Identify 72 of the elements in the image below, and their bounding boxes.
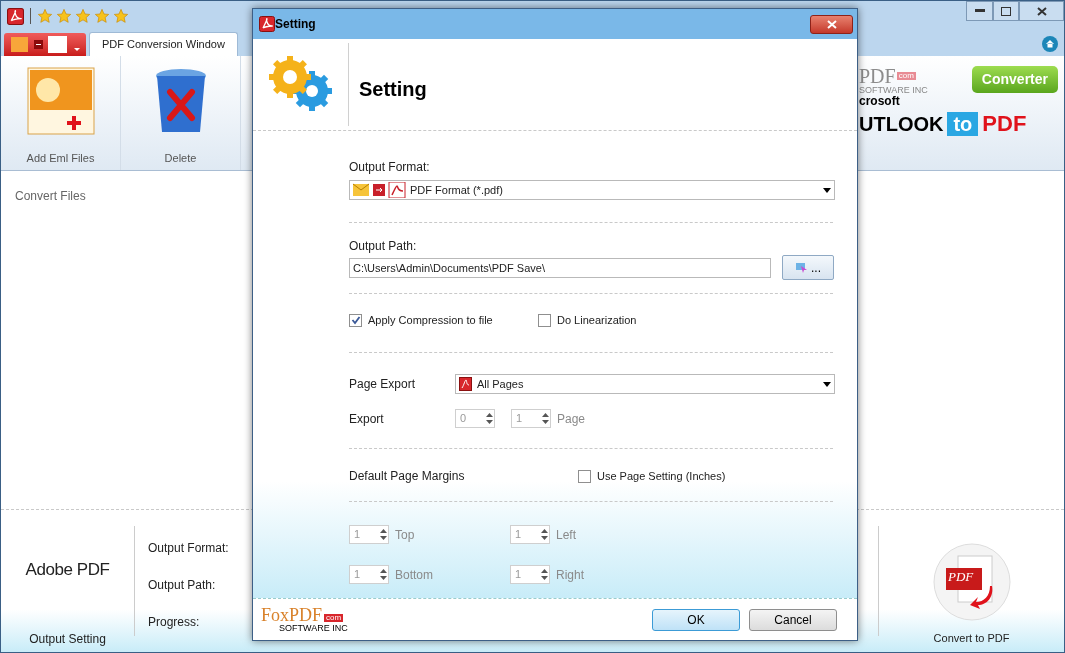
company-text: SOFTWARE INC [859,86,928,95]
dialog-heading: Setting [359,76,427,102]
pdf-icon-label: PDF [948,568,974,586]
minimize-icon [974,9,985,13]
star-icon [56,8,72,24]
close-button[interactable] [810,14,853,34]
margin-label: Bottom [395,566,433,584]
spin-arrows-icon [540,567,549,582]
checkbox[interactable] [349,313,362,327]
pdf-text: PDF [982,110,1027,138]
home-icon [1042,35,1058,52]
margin-label: Top [395,526,415,544]
checkbox-option[interactable]: Do Linearization [538,311,637,329]
converter-badge: Converter [971,66,1058,93]
outlook-text: UTLOOK [859,111,944,137]
close-icon [1036,6,1047,16]
app-icon [7,7,24,25]
star-icon [75,8,91,24]
gears-icon [267,55,334,113]
page-unit-label: Page [557,410,586,428]
page-export-select[interactable]: All Pages [455,374,835,394]
output-label: Output Format: [148,541,229,555]
spin-arrows-icon [541,411,550,426]
minimize-button[interactable] [966,1,993,21]
mail-add-icon [25,64,96,136]
star-icon [37,8,53,24]
close-icon [826,19,837,29]
app-menu-button[interactable] [4,33,86,56]
output-label: Output Path: [148,578,217,592]
to-arrow-text: to [947,111,979,136]
spin-arrows-icon [379,567,388,582]
spin-arrows-icon [540,527,549,542]
spin-arrows-icon [379,527,388,542]
default-margins-label: Default Page Margins [349,468,466,485]
convert-files-label: Convert Files [15,189,86,203]
brand-suffix: com [896,72,916,80]
browse-button[interactable]: ... [782,255,834,280]
checkmark-icon [350,315,361,325]
brand-text: PDF [859,66,896,86]
margin-label: Right [556,566,584,584]
star-icon [113,8,129,24]
outlook-small-text: crosoft [859,95,901,107]
margin-label: Left [556,526,576,544]
format-icons [353,182,407,198]
close-button[interactable] [1019,1,1064,21]
checkbox[interactable] [538,313,551,327]
foxpdf-logo: FoxPDF com SOFTWARE INC [261,606,348,633]
output-path-label: Output Path: [349,239,418,253]
app-icon [259,16,275,32]
checkbox-option[interactable]: Apply Compression to file [349,311,538,329]
dropdown-caret-icon [823,187,831,193]
tab[interactable]: PDF Conversion Window [89,32,238,56]
pdf-file-icon [459,377,472,391]
maximize-icon [1001,6,1011,16]
output-format-select[interactable]: PDF Format (*.pdf) [349,180,835,200]
dialog-button[interactable]: OK [652,608,740,631]
output-label: Progress: [148,615,201,629]
maximize-button[interactable] [993,1,1019,21]
dialog-button[interactable]: Cancel [749,608,837,631]
dialog-title: Setting [275,16,316,33]
pdf-convert-icon [931,541,1012,622]
output-path-field[interactable]: C:\Users\Admin\Documents\PDF Save\ [349,257,771,278]
star-icon [94,8,110,24]
output-format-label: Output Format: [349,160,431,174]
ribbon-button[interactable]: Delete [121,56,241,170]
spin-arrows-icon [485,411,494,426]
ribbon-button[interactable]: Add Eml Files [1,56,121,170]
output-setting-caption: Output Setting [29,631,106,648]
dropdown-caret-icon [823,381,831,387]
page-export-label: Page Export [349,376,417,393]
export-label: Export [349,410,385,428]
adobe-pdf-logo: Adobe PDF [25,559,110,582]
